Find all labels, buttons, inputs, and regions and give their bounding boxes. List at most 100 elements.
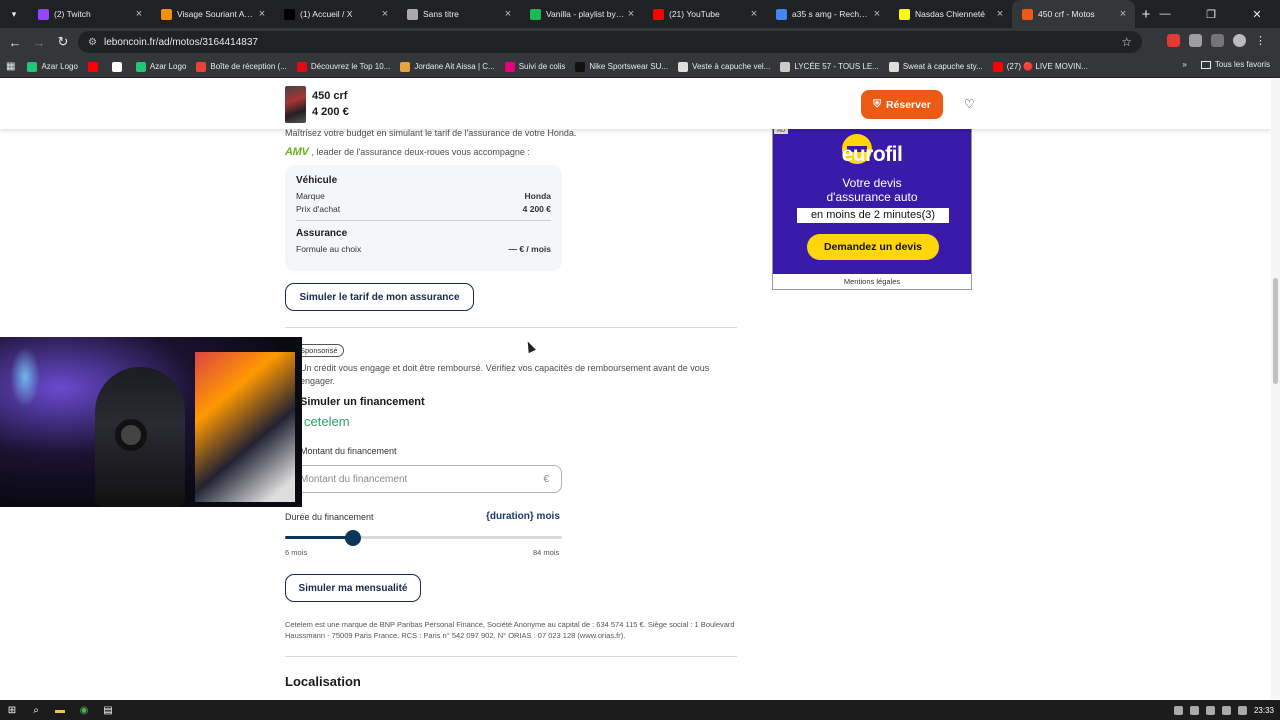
browser-tab[interactable]: Vanilla - playlist by Je × — [520, 0, 643, 28]
simulate-monthly-button[interactable]: Simuler ma mensualité — [285, 574, 421, 602]
tab-favicon-icon — [38, 8, 49, 20]
browser-tab[interactable]: (1) Accueil / X × — [274, 0, 397, 28]
bookmark-item[interactable] — [111, 61, 126, 72]
formula-label: Formule au choix — [296, 244, 362, 254]
bookmark-item[interactable]: LYCÉE 57 - TOUS LE... — [780, 61, 879, 72]
ad-line-1: Votre devis — [842, 176, 902, 190]
forward-icon[interactable]: → — [27, 35, 51, 50]
bookmark-item[interactable]: Boîte de réception (... — [196, 61, 287, 72]
close-window-icon[interactable]: ✕ — [1234, 8, 1280, 21]
tab-close-icon[interactable]: × — [1117, 8, 1129, 20]
favorite-heart-icon[interactable]: ♡ — [964, 97, 975, 111]
tab-favicon-icon — [407, 8, 418, 20]
page-scrollbar[interactable] — [1271, 79, 1280, 699]
site-info-icon[interactable]: ⚙ — [88, 37, 97, 48]
extensions-puzzle-icon[interactable] — [1211, 34, 1224, 47]
tab-close-icon[interactable]: × — [871, 8, 883, 20]
search-icon[interactable]: ⌕ — [24, 700, 48, 720]
tab-close-icon[interactable]: × — [256, 8, 268, 20]
apps-grid-icon[interactable]: ▦ — [6, 61, 15, 72]
bookmark-item[interactable]: (27) 🔴 LIVE MOVIN... — [992, 61, 1088, 72]
extension-icon[interactable] — [1167, 34, 1180, 47]
extension-icon[interactable] — [1189, 34, 1202, 47]
restore-icon[interactable]: ❐ — [1188, 8, 1234, 21]
browser-tab[interactable]: (21) YouTube × — [643, 0, 766, 28]
tab-close-icon[interactable]: × — [994, 8, 1006, 20]
reserve-button[interactable]: ⛨ Réserver — [861, 90, 943, 119]
purchase-price-value: 4 200 € — [522, 204, 551, 214]
back-icon[interactable]: ← — [3, 35, 27, 50]
bookmark-item[interactable]: Azar Logo — [135, 61, 186, 72]
ad-line-3: en moins de 2 minutes(3) — [797, 208, 949, 223]
browser-tab[interactable]: Nasdas Chienneté × — [889, 0, 1012, 28]
browser-tab[interactable]: Visage Souriant Avec × — [151, 0, 274, 28]
insurance-summary-box: Véhicule Marque Honda Prix d'achat 4 200… — [285, 165, 562, 271]
browser-toolbar: ← → ↻ ⚙ leboncoin.fr/ad/motos/3164414837… — [0, 28, 1280, 56]
bookmark-label: Azar Logo — [41, 62, 78, 71]
listing-thumbnail[interactable] — [285, 86, 306, 123]
insurance-intro: Maîtrisez votre budget en simulant le ta… — [285, 128, 577, 138]
cetelem-legal-text: Cetelem est une marque de BNP Paribas Pe… — [285, 620, 735, 640]
tab-close-icon[interactable]: × — [502, 8, 514, 20]
amount-label: Montant du financement — [300, 446, 397, 456]
ad-cta-button[interactable]: Demandez un devis — [807, 234, 939, 260]
clock[interactable]: 23:33 — [1254, 706, 1274, 715]
bookmark-label: Découvrez le Top 10... — [310, 62, 391, 71]
bookmark-item[interactable]: Azar Logo — [27, 61, 78, 72]
tray-icon[interactable] — [1189, 705, 1199, 715]
browser-tab[interactable]: 450 crf - Motos × — [1012, 0, 1135, 28]
bookmark-item[interactable]: Nike Sportswear SU... — [575, 61, 668, 72]
chrome-icon[interactable]: ◉ — [72, 700, 96, 720]
tab-close-icon[interactable]: × — [379, 8, 391, 20]
tab-title: 450 crf - Motos — [1038, 9, 1095, 19]
tab-close-icon[interactable]: × — [133, 8, 145, 20]
tab-title: a35 s amg - Recherche — [792, 9, 871, 19]
tab-favicon-icon — [530, 8, 541, 20]
tab-search-dropdown-icon[interactable]: ▾ — [0, 0, 28, 28]
bookmark-item[interactable]: Sweat à capuche sty... — [888, 61, 983, 72]
volume-icon[interactable] — [1237, 705, 1247, 715]
browser-tab[interactable]: (2) Twitch × — [28, 0, 151, 28]
slider-handle[interactable] — [344, 530, 361, 546]
bookmark-star-icon[interactable]: ☆ — [1121, 35, 1132, 49]
all-bookmarks-link[interactable]: Tous les favoris — [1215, 60, 1270, 69]
tab-close-icon[interactable]: × — [625, 8, 637, 20]
simulate-insurance-button[interactable]: Simuler le tarif de mon assurance — [285, 283, 474, 311]
bookmark-item[interactable]: Veste à capuche vel... — [678, 61, 771, 72]
insurance-heading: Assurance — [296, 228, 348, 239]
wifi-icon[interactable] — [1221, 705, 1231, 715]
scrollbar-thumb[interactable] — [1273, 278, 1278, 384]
eurofil-ad-banner[interactable]: eurofil Votre devis d'assurance auto en … — [772, 127, 972, 290]
tab-title: (1) Accueil / X — [300, 9, 353, 19]
more-bookmarks-icon[interactable]: » — [1182, 60, 1186, 69]
tab-close-icon[interactable]: × — [748, 8, 760, 20]
address-bar[interactable]: ⚙ leboncoin.fr/ad/motos/3164414837 ☆ — [78, 31, 1142, 53]
bookmark-label: Veste à capuche vel... — [692, 62, 771, 71]
tray-icon[interactable] — [1173, 705, 1183, 715]
bookmark-item[interactable]: Jordane Ait Aissa | C... — [400, 61, 495, 72]
url-text[interactable]: leboncoin.fr/ad/motos/3164414837 — [104, 37, 1121, 48]
section-divider — [285, 656, 737, 657]
bookmark-item[interactable]: Découvrez le Top 10... — [296, 61, 391, 72]
bookmark-favicon-icon — [992, 61, 1003, 72]
amount-input[interactable]: Montant du financement € — [285, 465, 562, 493]
tray-icon[interactable] — [1205, 705, 1215, 715]
duration-slider[interactable] — [285, 530, 562, 546]
bookmark-item[interactable]: Suivi de colis — [504, 61, 565, 72]
menu-kebab-icon[interactable]: ⋮ — [1255, 34, 1266, 47]
app-icon[interactable]: ▤ — [96, 700, 120, 720]
tab-favicon-icon — [1022, 8, 1033, 20]
ad-creative[interactable]: eurofil Votre devis d'assurance auto en … — [773, 128, 971, 274]
amount-placeholder[interactable]: Montant du financement — [300, 474, 543, 485]
profile-avatar[interactable] — [1233, 34, 1246, 47]
ad-legal-link[interactable]: Mentions légales — [773, 274, 971, 289]
reload-icon[interactable]: ↻ — [51, 34, 75, 50]
browser-tab[interactable]: Sans titre × — [397, 0, 520, 28]
bookmark-item[interactable] — [87, 61, 102, 72]
minimize-icon[interactable]: — — [1142, 8, 1188, 20]
file-explorer-icon[interactable]: ▬ — [48, 700, 72, 720]
windows-start-icon[interactable]: ⊞ — [0, 700, 24, 720]
tab-favicon-icon — [899, 8, 910, 20]
browser-tab[interactable]: a35 s amg - Recherche× — [766, 0, 889, 28]
bookmark-label: Boîte de réception (... — [210, 62, 287, 71]
